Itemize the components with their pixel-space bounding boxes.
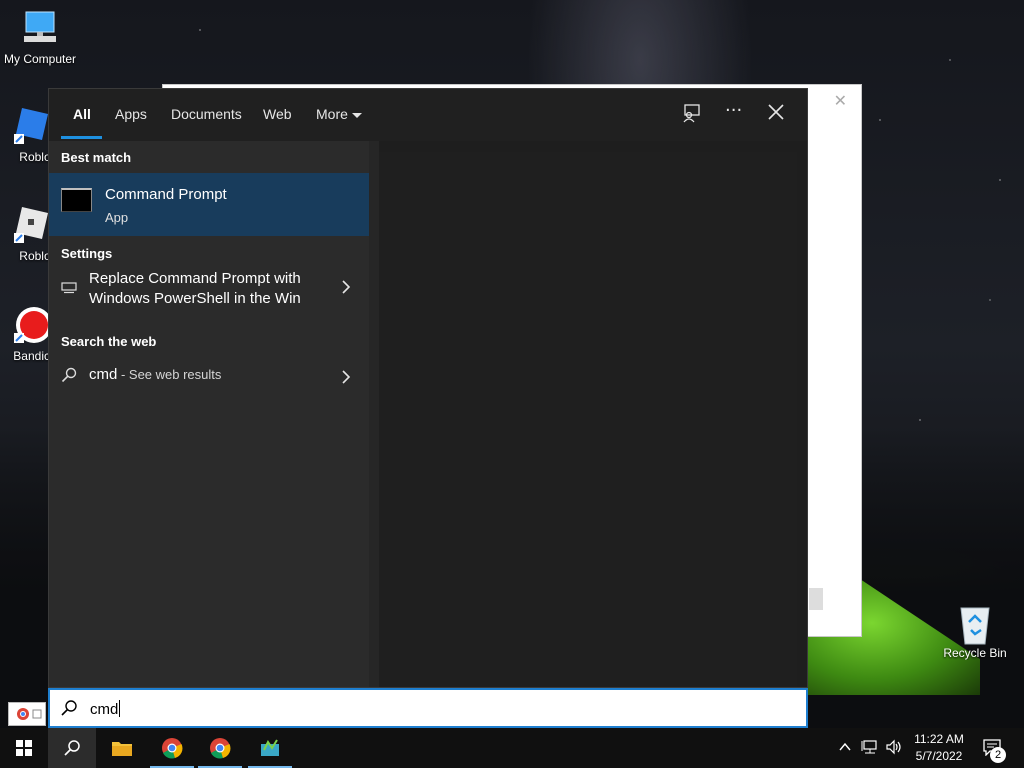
tab-web[interactable]: Web [263,106,292,122]
caret-down-icon [351,112,362,118]
tab-more[interactable]: More [316,106,362,122]
taskbar: 11:22 AM 5/7/2022 [0,728,1024,768]
active-tab-indicator [61,136,102,139]
tab-apps[interactable]: Apps [115,106,147,122]
feedback-icon[interactable] [681,103,705,127]
start-button[interactable] [0,728,48,768]
clock-time: 11:22 AM [914,732,964,746]
search-icon [60,699,78,721]
tab-documents[interactable]: Documents [171,106,242,122]
taskbar-clock[interactable]: 11:22 AM 5/7/2022 [902,731,976,765]
tab-all[interactable]: All [73,106,91,122]
command-prompt-icon [61,188,92,212]
more-options-icon[interactable]: ··· [725,100,749,124]
best-match-heading: Best match [61,150,132,165]
taskbar-file-explorer[interactable] [98,728,146,768]
best-match-command-prompt[interactable]: Command Prompt App [49,173,369,236]
chrome-icon [210,738,231,759]
search-panel: All Apps Documents Web More ··· Best mat… [48,88,808,688]
app-icon [261,739,279,756]
preview-content [379,152,797,687]
web-result-text: cmd - See web results [89,365,221,385]
web-result-cmd[interactable]: cmd - See web results [49,365,369,389]
result-line2: Windows PowerShell in the Win [89,290,301,307]
recycle-bin-icon [955,602,995,645]
preview-pane-edge [369,141,379,687]
taskbar-app[interactable] [246,728,294,768]
scrollbar-thumb[interactable] [809,588,823,610]
search-web-heading: Search the web [61,334,157,349]
chrome-icon [162,738,183,759]
volume-icon[interactable] [885,739,903,768]
search-tabs-bar: All Apps Documents Web More ··· [49,89,807,141]
taskbar-chrome-1[interactable] [148,728,196,768]
notification-count-badge: 2 [990,747,1006,763]
chevron-right-icon[interactable] [341,279,351,298]
network-icon[interactable] [861,739,879,768]
close-icon[interactable] [767,103,791,127]
settings-heading: Settings [61,246,113,261]
text-cursor [119,700,121,717]
search-icon [61,367,77,387]
search-box[interactable]: cmd [48,688,808,728]
roblox-player-icon [10,205,50,245]
desktop-icon-my-computer[interactable]: My Computer [0,8,80,66]
result-line1: Replace Command Prompt with [89,270,301,287]
search-icon [64,740,80,756]
close-icon[interactable]: ✕ [834,91,847,110]
tab-more-label: More [316,106,348,122]
chevron-right-icon[interactable] [341,369,351,388]
desktop-icon-label: Recycle Bin [943,646,1007,660]
roblox-studio-icon [10,106,50,146]
search-input-value: cmd [90,701,119,718]
web-suffix: - See web results [117,367,222,382]
chrome-window-thumbnail[interactable] [8,702,46,726]
file-explorer-icon [112,742,132,756]
desktop-icon-label: My Computer [3,52,77,66]
desktop-icon-recycle-bin[interactable]: Recycle Bin [935,602,1015,660]
settings-result-replace-powershell[interactable]: Replace Command Prompt with Windows Powe… [49,269,369,319]
result-subtitle: App [105,210,129,225]
chevron-up-icon[interactable] [838,739,852,768]
result-title: Command Prompt [105,186,227,203]
start-icon [16,740,32,756]
clock-date: 5/7/2022 [915,749,963,763]
taskbar-search-button[interactable] [48,728,96,768]
taskbar-chrome-2[interactable] [196,728,244,768]
bandicam-icon [10,305,52,345]
web-query: cmd [89,366,118,383]
search-input[interactable]: cmd [90,700,121,718]
results-list: Best match Command Prompt App Settings R… [49,141,369,687]
display-settings-icon [61,279,77,298]
preview-pane [369,141,807,687]
computer-icon [20,8,60,48]
